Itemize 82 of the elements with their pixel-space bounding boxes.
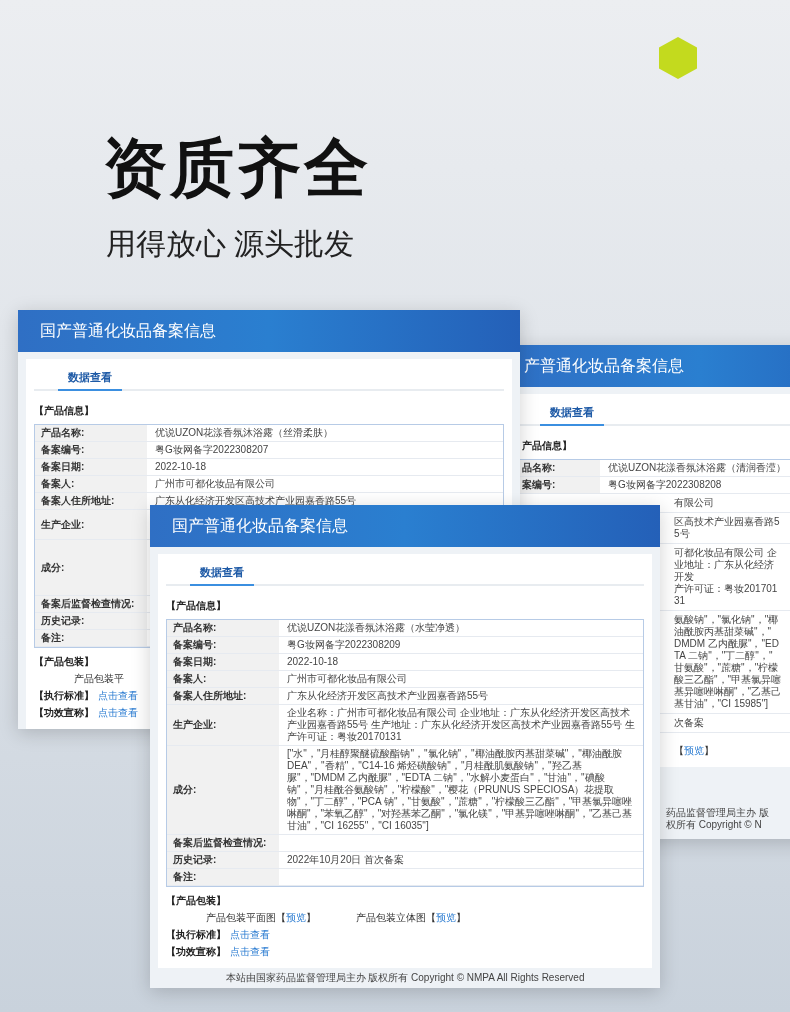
package-label: 产品包装平 bbox=[74, 673, 124, 685]
field-value: 基异噻唑啉酮"，"乙基己基甘油"，"CI 15985"] bbox=[674, 686, 782, 710]
bracket-mark: 【 bbox=[674, 745, 684, 757]
section-title: 【功效宣称】 bbox=[166, 946, 226, 958]
field-value: 2022年10月20日 首次备案 bbox=[287, 854, 405, 866]
tab[interactable]: 数据查看 bbox=[540, 400, 604, 426]
field-value: 2022-10-18 bbox=[287, 656, 339, 668]
page-title: 国产普通化妆品备案信息 bbox=[40, 321, 216, 341]
field-value: 区高技术产业园嘉香路55号 bbox=[674, 516, 781, 540]
field-value: 可都化妆品有限公司 企业地址：广东从化经济开发 bbox=[674, 547, 778, 583]
field-value: 甘氨酸"，"蔗糖"，"柠檬酸三乙酯"，"甲基氯异噻 bbox=[674, 662, 782, 686]
package-label: 产品包装立体图 bbox=[356, 912, 426, 924]
field-value: 氨酸钠"，"氯化钠"，"椰油酰胺丙基甜菜碱"，" bbox=[674, 614, 780, 638]
field-label: 备案人: bbox=[41, 478, 75, 490]
section-title: 产品信息】 bbox=[522, 440, 572, 451]
field-value: 粤G妆网备字2022308208 bbox=[608, 479, 722, 491]
field-label: 历史记录: bbox=[41, 615, 85, 627]
bracket-mark: 】 bbox=[306, 912, 316, 924]
field-label: 备案编号: bbox=[41, 444, 85, 456]
field-label: 案编号: bbox=[522, 479, 556, 491]
view-link[interactable]: 点击查看 bbox=[230, 929, 270, 941]
field-label: 备案人: bbox=[173, 673, 207, 685]
view-link[interactable]: 点击查看 bbox=[98, 707, 138, 719]
field-label: 生产企业: bbox=[173, 719, 217, 731]
field-value: 粤G妆网备字2022308209 bbox=[287, 639, 401, 651]
field-value: 企业名称：广州市可都化妆品有限公司 企业地址：广东从化经济开发区高技术产业园嘉香路55号 生产地址：广东从化经济开发区高技术产业园嘉香路55号 生产许可证：粤妆20170131 bbox=[287, 707, 635, 743]
field-value: 有限公司 bbox=[674, 497, 715, 509]
field-label: 品名称: bbox=[522, 462, 556, 474]
section-title: 【产品包装】 bbox=[166, 895, 226, 907]
view-link[interactable]: 点击查看 bbox=[230, 946, 270, 958]
field-label: 备案人住所地址: bbox=[41, 495, 115, 507]
tab[interactable]: 数据查看 bbox=[58, 365, 122, 391]
field-value: 粤G妆网备字2022308207 bbox=[155, 444, 269, 456]
field-label: 备案编号: bbox=[173, 639, 217, 651]
bracket-mark: 【 bbox=[426, 912, 436, 924]
preview-link[interactable]: 预览 bbox=[436, 912, 456, 924]
package-label: 产品包装平面图 bbox=[206, 912, 276, 924]
subtitle: 用得放心 源头批发 bbox=[105, 226, 356, 262]
field-value: 次备案 bbox=[674, 717, 705, 729]
page-title: 国产普通化妆品备案信息 bbox=[172, 516, 348, 536]
section-title: 【产品包装】 bbox=[34, 656, 94, 668]
field-value: 优说UZON花漾香氛沐浴露（丝滑柔肤） bbox=[155, 427, 334, 439]
field-value: 广州市可都化妆品有限公司 bbox=[287, 673, 407, 685]
field-label: 备注: bbox=[41, 632, 65, 644]
field-label: 成分: bbox=[41, 561, 65, 574]
headline: 资质齐全 bbox=[103, 131, 371, 206]
section-title: 【执行标准】 bbox=[166, 929, 226, 941]
field-label: 生产企业: bbox=[41, 518, 85, 531]
bracket-mark: 】 bbox=[704, 745, 714, 757]
field-label: 成分: bbox=[173, 784, 197, 796]
field-label: 备案后监督检查情况: bbox=[173, 837, 267, 849]
section-title: 【执行标准】 bbox=[34, 690, 94, 702]
section-title: 【功效宣称】 bbox=[34, 707, 94, 719]
field-label: 备注: bbox=[173, 871, 197, 883]
field-label: 备案日期: bbox=[173, 656, 217, 668]
field-label: 产品名称: bbox=[173, 622, 217, 634]
field-label: 产品名称: bbox=[41, 427, 85, 439]
preview-link[interactable]: 预览 bbox=[684, 745, 704, 757]
hexagon-icon bbox=[659, 37, 697, 79]
bracket-mark: 】 bbox=[456, 912, 466, 924]
footer-text: 药品监督管理局主办 版权所有 Copyright © N bbox=[666, 807, 770, 831]
field-value: 2022-10-18 bbox=[155, 461, 207, 473]
field-value: 优说UZON花漾香氛沐浴露（水莹净透） bbox=[287, 622, 466, 634]
field-value: 优说UZON花漾香氛沐浴露（清润香滢） bbox=[608, 462, 787, 474]
field-value: 广东从化经济开发区高技术产业园嘉香路55号 bbox=[155, 495, 357, 507]
field-value: DMDM 乙内酰脲"，"EDTA 二钠"，"丁二醇"，" bbox=[674, 638, 780, 662]
tab[interactable]: 数据查看 bbox=[190, 560, 254, 586]
section-title: 【产品信息】 bbox=[166, 600, 226, 611]
field-label: 备案日期: bbox=[41, 461, 85, 473]
footer-text: 本站由国家药品监督管理局主办 版权所有 Copyright © NMPA All Rights Reserved bbox=[225, 972, 585, 984]
preview-link[interactable]: 预览 bbox=[286, 912, 306, 924]
field-value: 广东从化经济开发区高技术产业园嘉香路55号 bbox=[287, 690, 489, 702]
bracket-mark: 【 bbox=[276, 912, 286, 924]
field-label: 备案人住所地址: bbox=[173, 690, 247, 702]
field-label: 历史记录: bbox=[173, 854, 217, 866]
page-title: 产普通化妆品备案信息 bbox=[524, 356, 684, 376]
view-link[interactable]: 点击查看 bbox=[98, 690, 138, 702]
field-label: 备案后监督检查情况: bbox=[41, 598, 135, 610]
section-title: 【产品信息】 bbox=[34, 405, 94, 416]
field-value: ["水"，"月桂醇聚醚硫酸酯钠"，"氯化钠"，"椰油酰胺丙基甜菜碱"，"椰油酰胺 DEA"，"香精"，"C14-16 烯烃磺酸钠"，"月桂酰肌氨酸钠"，"羟乙基脲"，"DMDM 乙内酰脲"，"EDTA 二钠"，"水解小麦蛋白"，"甘油"，"碘酸钠"，"月桂酰谷氨酸钠"，"柠檬酸"，"樱花（PRUNUS SPECIOSA）花提取物"，"丁二醇"，"PCA 钠"，"甘氨酸"，"蔗糖"，"柠檬酸三乙酯"，"甲基氯异噻唑啉酮"，"苯氧乙醇"，"对羟基苯乙酮"，"氯化镁"，"甲基异噻唑啉酮"，"乙基己基甘油"，"CI 16255"，"CI 16035"] bbox=[287, 748, 634, 832]
field-value: 广州市可都化妆品有限公司 bbox=[155, 478, 275, 490]
field-value: 产许可证：粤妆20170131 bbox=[674, 583, 779, 607]
